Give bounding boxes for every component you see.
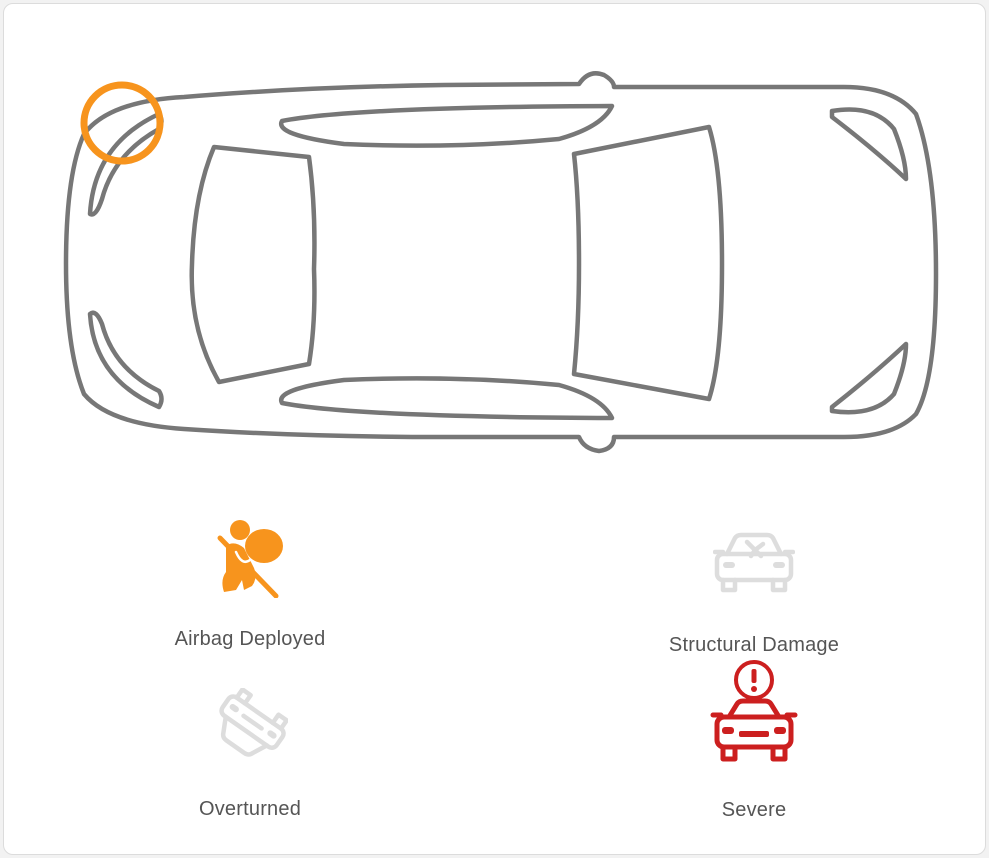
rear-window (571, 124, 725, 402)
indicator-structural-damage: Structural Damage (634, 532, 874, 657)
airbag-icon (217, 520, 283, 598)
indicator-label: Airbag Deployed (174, 628, 326, 650)
indicator-overturned: Overturned (150, 688, 350, 821)
broken-windshield-car-icon (713, 532, 795, 593)
windshield (189, 144, 317, 385)
indicator-airbag-deployed: Airbag Deployed (150, 516, 350, 651)
overturned-car-icon (219, 688, 288, 757)
indicator-label: Overturned (198, 798, 302, 820)
indicator-severe: Severe (654, 659, 854, 822)
car-alert-icon (710, 660, 798, 762)
right-roof-rail (279, 376, 615, 421)
car-top-view-diagram (63, 71, 939, 454)
front-right-fender (87, 310, 164, 410)
rear-left-fender (829, 107, 909, 182)
indicator-label: Severe (721, 799, 787, 821)
car-body-outline (63, 71, 939, 454)
rear-right-fender (829, 341, 909, 415)
indicator-label: Structural Damage (668, 634, 840, 656)
left-roof-rail (279, 103, 615, 148)
accident-summary-card: Airbag Deployed Structural Damage Overtu… (3, 3, 986, 855)
